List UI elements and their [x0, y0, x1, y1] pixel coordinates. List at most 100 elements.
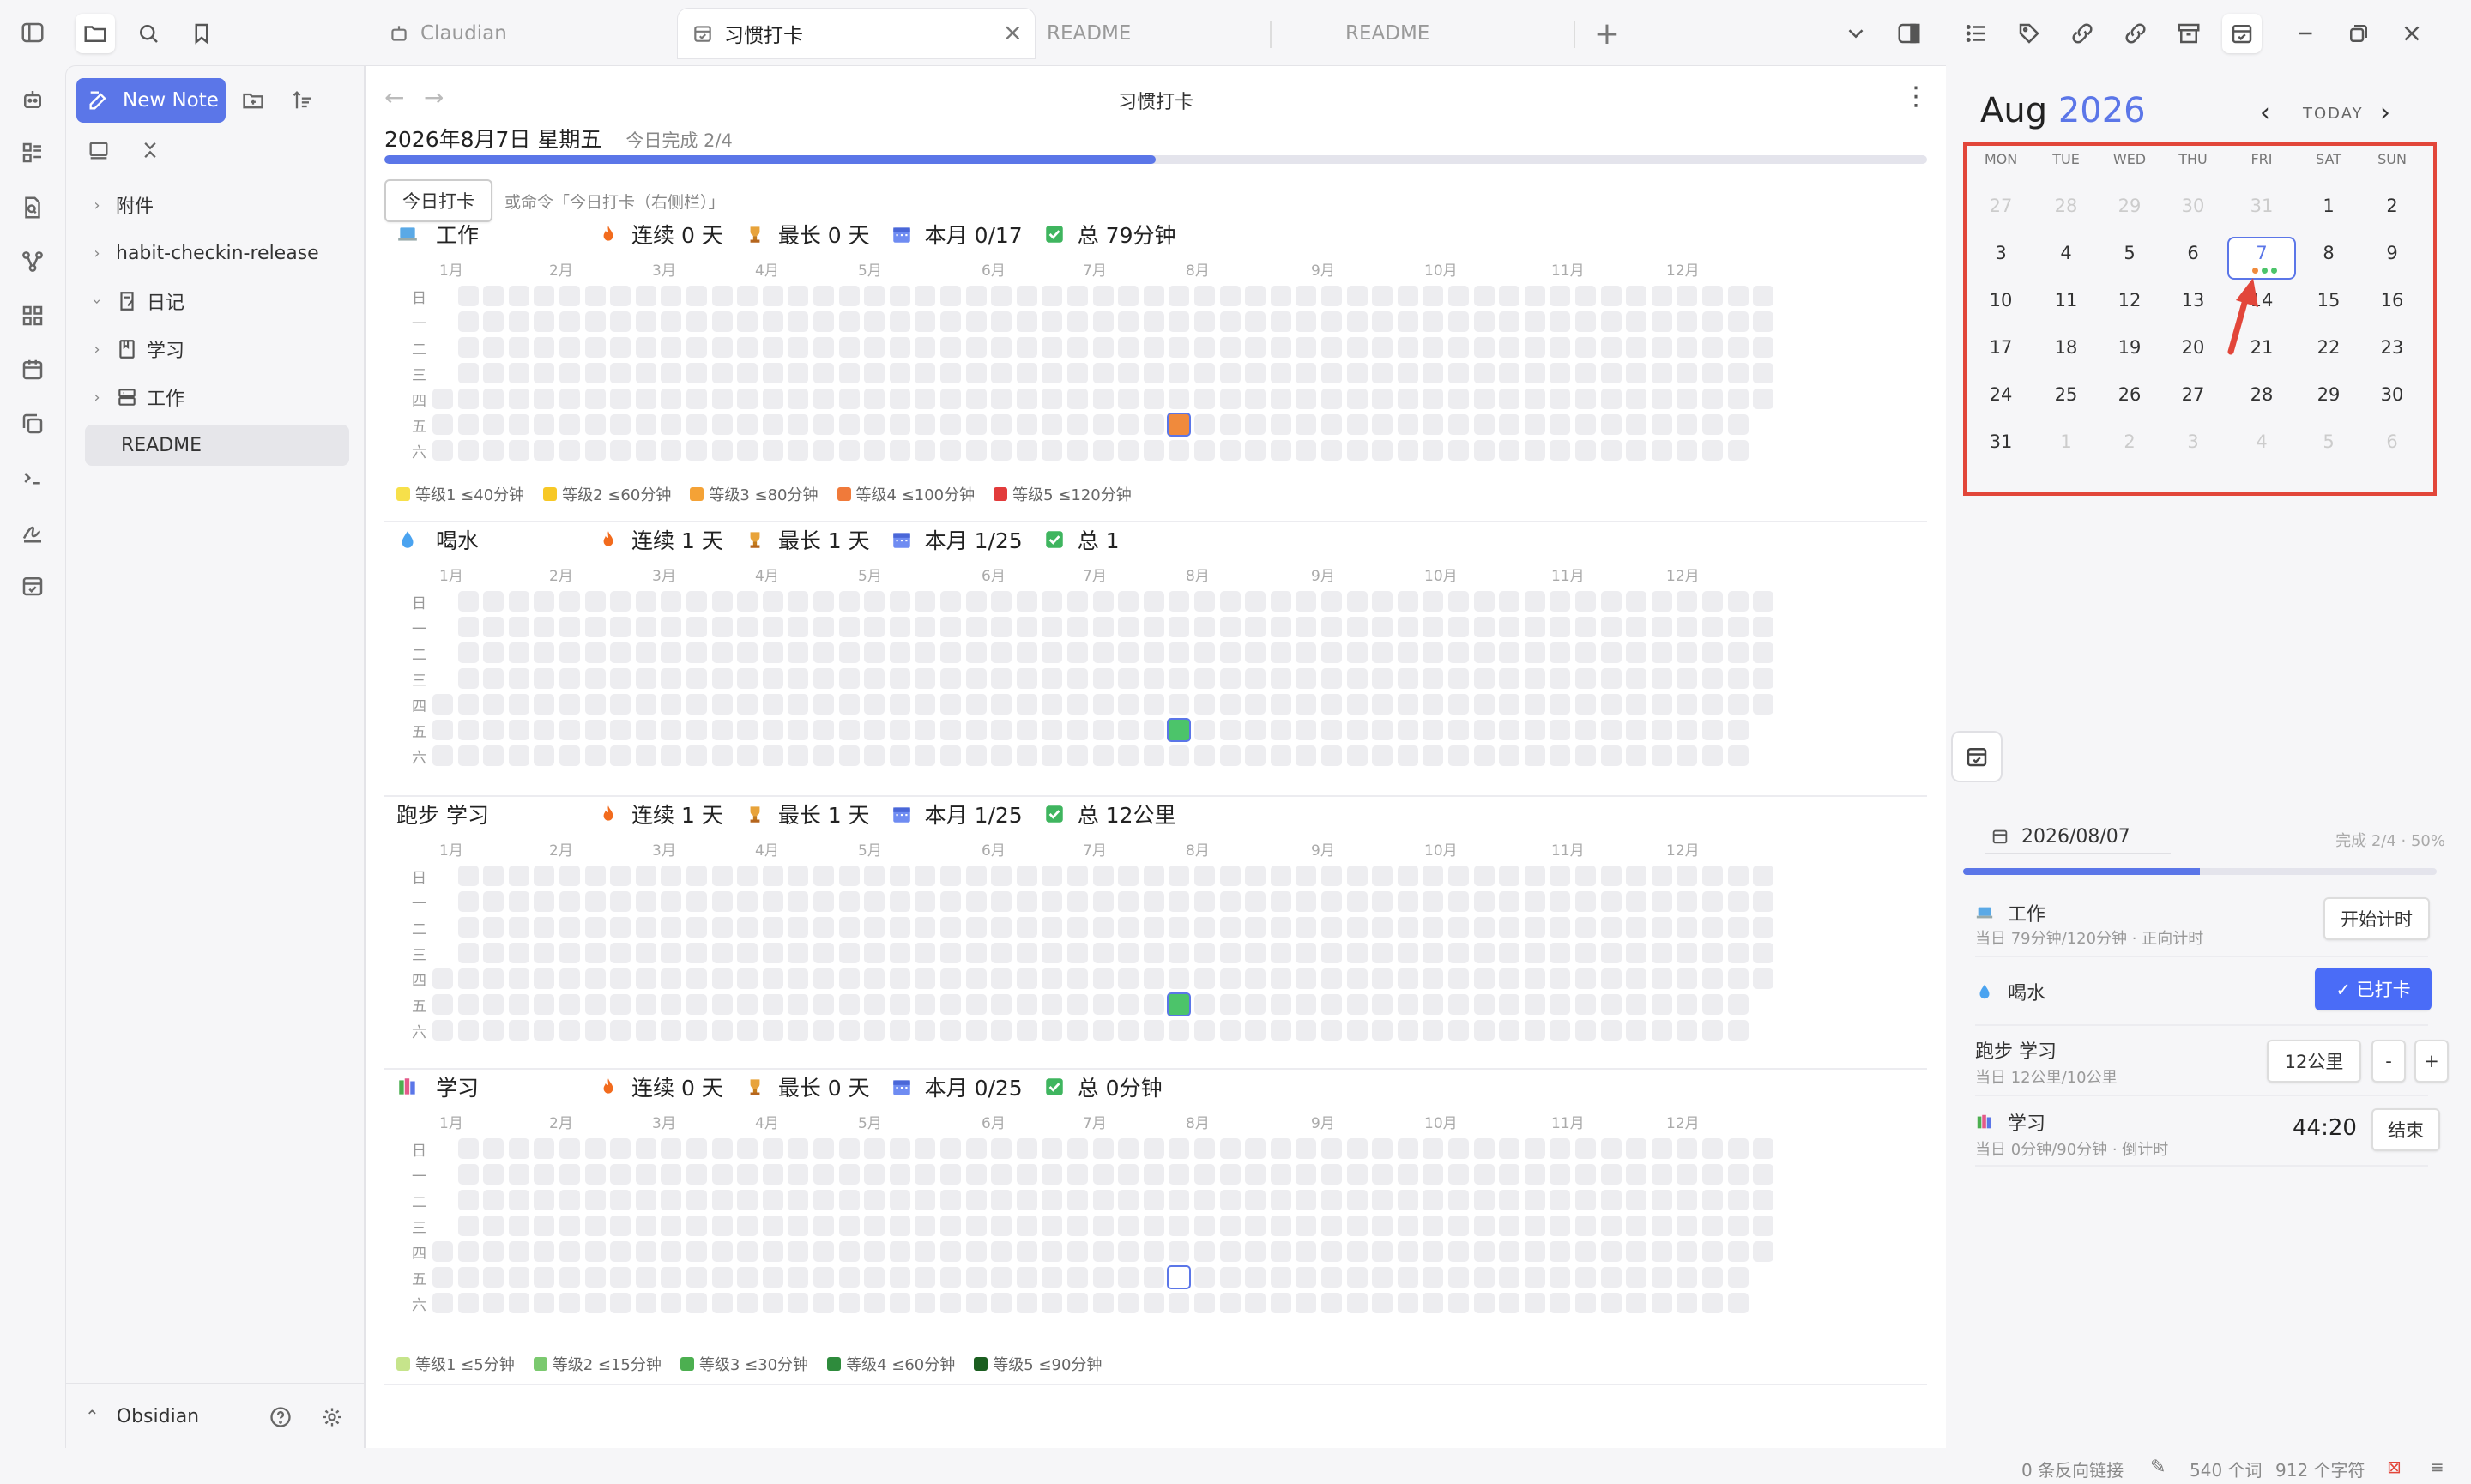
heatmap-cell[interactable] — [661, 866, 682, 886]
heatmap-cell[interactable] — [1448, 363, 1469, 383]
heatmap-cell[interactable] — [457, 866, 479, 886]
more-options-icon[interactable]: ⋮ — [1903, 81, 1929, 112]
increment-button[interactable]: + — [2414, 1040, 2449, 1083]
heatmap-cell[interactable] — [915, 694, 936, 715]
heatmap-cell[interactable] — [686, 286, 707, 306]
heatmap-cell[interactable] — [1118, 617, 1139, 637]
heatmap-cell[interactable] — [1600, 414, 1622, 435]
heatmap-cell[interactable] — [1169, 891, 1190, 912]
heatmap-cell[interactable] — [1727, 994, 1749, 1015]
heatmap-cell[interactable] — [1524, 337, 1545, 358]
heatmap-cell[interactable] — [1245, 917, 1266, 938]
heatmap-cell[interactable] — [1372, 337, 1393, 358]
calendar-day[interactable]: 19 — [2104, 337, 2155, 358]
heatmap-cell[interactable] — [1169, 642, 1190, 663]
heatmap-cell[interactable] — [1067, 311, 1088, 332]
heatmap-cell[interactable] — [610, 1267, 631, 1288]
heatmap-cell[interactable] — [1423, 642, 1444, 663]
calendar-day[interactable]: 4 — [2040, 243, 2092, 263]
heatmap-cell[interactable] — [915, 286, 936, 306]
heatmap-cell[interactable] — [762, 866, 783, 886]
heatmap-cell[interactable] — [1143, 943, 1164, 963]
heatmap-cell[interactable] — [1499, 414, 1520, 435]
heatmap-cell[interactable] — [610, 668, 631, 689]
heatmap-cell[interactable] — [559, 1267, 580, 1288]
heatmap-cell[interactable] — [1499, 1241, 1520, 1262]
heatmap-cell[interactable] — [991, 720, 1012, 740]
heatmap-cell[interactable] — [559, 1241, 580, 1262]
heatmap-cell[interactable] — [1677, 1138, 1698, 1159]
heatmap-cell[interactable] — [1651, 1293, 1672, 1313]
heatmap-cell[interactable] — [1169, 968, 1190, 989]
heatmap-cell[interactable] — [1651, 891, 1672, 912]
heatmap-cell[interactable] — [1372, 1267, 1393, 1288]
heatmap-cell[interactable] — [737, 1293, 758, 1313]
heatmap-cell[interactable] — [610, 286, 631, 306]
heatmap-cell[interactable] — [508, 1216, 529, 1236]
heatmap-cell[interactable] — [1651, 311, 1672, 332]
heatmap-cell[interactable] — [1194, 994, 1215, 1015]
heatmap-cell[interactable] — [1118, 968, 1139, 989]
heatmap-cell[interactable] — [1016, 617, 1037, 637]
heatmap-cell[interactable] — [559, 943, 580, 963]
heatmap-cell[interactable] — [1753, 891, 1774, 912]
heatmap-cell[interactable] — [940, 891, 961, 912]
heatmap-cell[interactable] — [1118, 337, 1139, 358]
heatmap-cell[interactable] — [1524, 1293, 1545, 1313]
heatmap-cell[interactable] — [1016, 591, 1037, 612]
heatmap-cell[interactable] — [508, 389, 529, 409]
heatmap-cell[interactable] — [635, 866, 656, 886]
heatmap-cell[interactable] — [534, 968, 555, 989]
heatmap-cell[interactable] — [534, 414, 555, 435]
heatmap-cell[interactable] — [915, 591, 936, 612]
heatmap-cell[interactable] — [1092, 917, 1114, 938]
heatmap-cell[interactable] — [1042, 917, 1063, 938]
heatmap-cell[interactable] — [1550, 1267, 1571, 1288]
heatmap-cell[interactable] — [1651, 1267, 1672, 1288]
heatmap-cell[interactable] — [1346, 1267, 1368, 1288]
heatmap-cell[interactable] — [1194, 1020, 1215, 1041]
heatmap-cell[interactable] — [1397, 1138, 1418, 1159]
heatmap-cell[interactable] — [1372, 617, 1393, 637]
heatmap-cell[interactable] — [1702, 1190, 1723, 1210]
heatmap-cell[interactable] — [991, 891, 1012, 912]
heatmap-cell[interactable] — [1651, 1241, 1672, 1262]
heatmap-cell[interactable] — [788, 286, 809, 306]
heatmap-cell[interactable] — [1626, 1164, 1647, 1185]
heatmap-cell[interactable] — [788, 363, 809, 383]
heatmap-cell[interactable] — [1575, 414, 1596, 435]
heatmap-cell[interactable] — [1219, 286, 1241, 306]
heatmap-cell[interactable] — [1575, 1020, 1596, 1041]
heatmap-cell[interactable] — [889, 1164, 910, 1185]
heatmap-cell[interactable] — [915, 1293, 936, 1313]
heatmap-cell[interactable] — [1321, 917, 1342, 938]
search-file-icon[interactable] — [15, 190, 50, 225]
heatmap-cell[interactable] — [1651, 968, 1672, 989]
heatmap-cell[interactable] — [1626, 337, 1647, 358]
heatmap-cell[interactable] — [1194, 1190, 1215, 1210]
heatmap-cell[interactable] — [788, 1241, 809, 1262]
heatmap-cell[interactable] — [559, 591, 580, 612]
heatmap-cell[interactable] — [1626, 440, 1647, 461]
heatmap-cell[interactable] — [584, 891, 606, 912]
heatmap-cell[interactable] — [1372, 866, 1393, 886]
heatmap-cell[interactable] — [1651, 1216, 1672, 1236]
heatmap-cell[interactable] — [1651, 1138, 1672, 1159]
calendar-check-icon[interactable] — [2222, 14, 2262, 53]
heatmap-cell[interactable] — [1219, 866, 1241, 886]
heatmap-cell[interactable] — [483, 1241, 504, 1262]
heatmap-cell[interactable] — [711, 1020, 733, 1041]
heatmap-cell[interactable] — [1270, 591, 1291, 612]
heatmap-cell[interactable] — [1423, 668, 1444, 689]
heatmap-cell[interactable] — [1016, 694, 1037, 715]
heatmap-cell[interactable] — [940, 1216, 961, 1236]
calendar-day[interactable]: 6 — [2366, 431, 2418, 452]
heatmap-cell[interactable] — [940, 286, 961, 306]
heatmap-cell[interactable] — [534, 1138, 555, 1159]
heatmap-cell[interactable] — [762, 943, 783, 963]
heatmap-cell[interactable] — [965, 389, 987, 409]
heatmap-cell[interactable] — [864, 1293, 885, 1313]
heatmap-cell[interactable] — [1245, 968, 1266, 989]
sidebar-item-study[interactable]: › 学习 — [87, 330, 346, 368]
heatmap-cell[interactable] — [1042, 389, 1063, 409]
